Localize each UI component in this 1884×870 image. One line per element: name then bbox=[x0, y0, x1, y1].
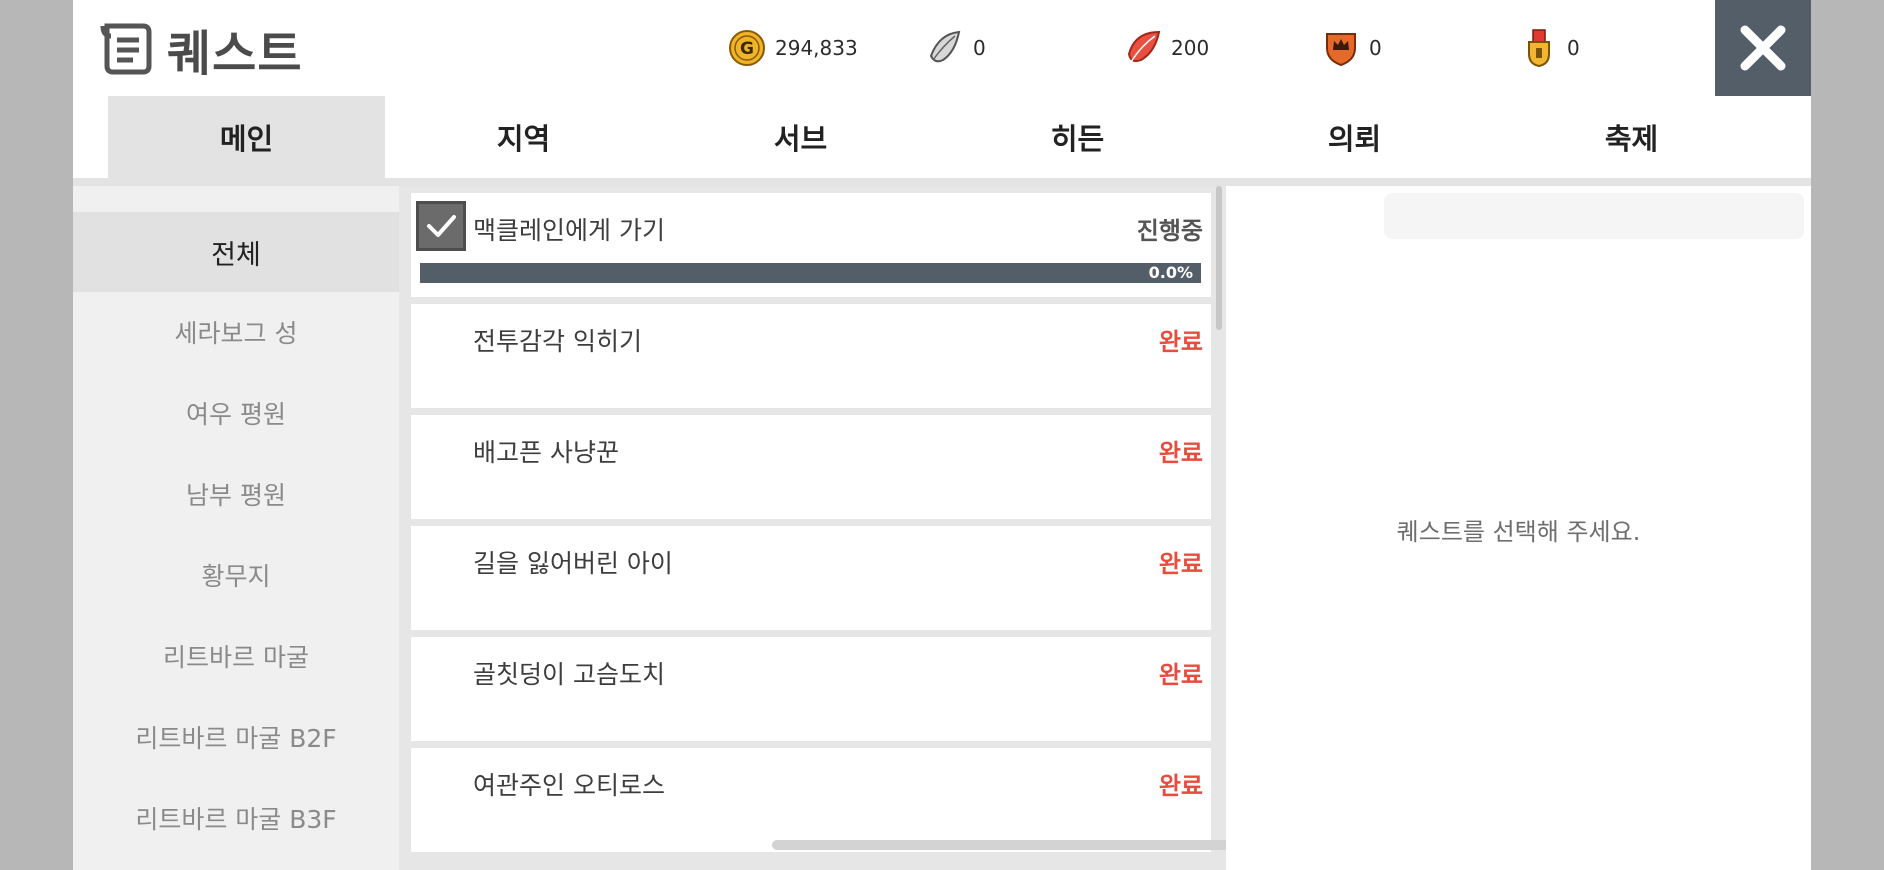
sidebar-item[interactable]: 남부 평원 bbox=[73, 454, 399, 534]
currency-silver-feather: 0 bbox=[925, 26, 986, 70]
scroll-icon bbox=[100, 23, 152, 75]
quest-progress-label: 0.0% bbox=[1148, 263, 1193, 282]
quest-row[interactable]: 여관주인 오티로스 완료 bbox=[411, 748, 1211, 852]
quest-name: 골칫덩이 고슴도치 bbox=[473, 660, 665, 689]
sidebar-item[interactable]: 전체 bbox=[73, 212, 399, 292]
page-title: 퀘스트 bbox=[167, 26, 303, 82]
currency-crown-shield: 0 bbox=[1321, 26, 1382, 70]
currency-medal: 0 bbox=[1519, 26, 1580, 70]
quest-status: 완료 bbox=[1158, 328, 1203, 356]
quest-row[interactable]: 맥클레인에게 가기 진행중 0.0% bbox=[411, 193, 1211, 297]
medal-icon bbox=[1528, 29, 1550, 68]
sidebar-item[interactable]: 리트바르 마굴 B2F bbox=[73, 697, 399, 777]
quest-status: 진행중 bbox=[1136, 217, 1203, 245]
silver-feather-value: 0 bbox=[973, 36, 986, 60]
sidebar-item[interactable]: 리트바르 마굴 B3F bbox=[73, 778, 399, 858]
quest-name: 여관주인 오티로스 bbox=[473, 771, 665, 800]
crown-shield-icon bbox=[1326, 33, 1356, 67]
sidebar-item[interactable]: 황무지 bbox=[73, 535, 399, 615]
vertical-scrollbar[interactable] bbox=[1216, 186, 1222, 330]
quest-row[interactable]: 배고픈 사냥꾼 완료 bbox=[411, 415, 1211, 519]
crown-shield-value: 0 bbox=[1369, 36, 1382, 60]
quest-list[interactable]: 맥클레인에게 가기 진행중 0.0% 전투감각 익히기 완료 배고픈 사냥꾼 완료 길을 잃어… bbox=[399, 186, 1297, 870]
check-icon bbox=[427, 215, 456, 237]
region-sidebar: 전체 세라보그 성 여우 평원 남부 평원 황무지 리트바르 마굴 리트바르 마굴 B2F 리… bbox=[73, 186, 399, 870]
detail-filter-bar[interactable] bbox=[1384, 193, 1804, 239]
horizontal-scrollbar[interactable] bbox=[772, 840, 1256, 850]
close-button[interactable] bbox=[1715, 0, 1811, 96]
quest-row[interactable]: 골칫덩이 고슴도치 완료 bbox=[411, 637, 1211, 741]
quest-status: 완료 bbox=[1158, 550, 1203, 578]
quest-name: 전투감각 익히기 bbox=[473, 327, 642, 356]
tab-0[interactable]: 메인 bbox=[108, 96, 385, 178]
red-feather-icon bbox=[1127, 30, 1161, 63]
sidebar-item[interactable]: 세라보그 성 bbox=[73, 292, 399, 372]
tab-2[interactable]: 서브 bbox=[662, 96, 939, 178]
quest-progress-bar: 0.0% bbox=[420, 263, 1201, 283]
quest-status: 완료 bbox=[1158, 439, 1203, 467]
quest-row[interactable]: 전투감각 익히기 완료 bbox=[411, 304, 1211, 408]
currency-gold: G 294,833 bbox=[727, 26, 858, 70]
gold-value: 294,833 bbox=[775, 36, 858, 60]
quest-detail-panel: 퀘스트를 선택해 주세요. bbox=[1226, 186, 1811, 870]
gold-coin-icon: G bbox=[729, 30, 765, 66]
tab-1[interactable]: 지역 bbox=[385, 96, 662, 178]
tab-divider bbox=[73, 178, 1811, 186]
quest-status: 완료 bbox=[1158, 661, 1203, 689]
quest-status: 완료 bbox=[1158, 772, 1203, 800]
tab-3[interactable]: 히든 bbox=[939, 96, 1216, 178]
quest-row[interactable]: 길을 잃어버린 아이 완료 bbox=[411, 526, 1211, 630]
quest-window: 퀘스트 G 294,833 0 200 0 0 메인 지역 서브 히든 의뢰 축… bbox=[73, 0, 1811, 870]
detail-placeholder: 퀘스트를 선택해 주세요. bbox=[1396, 518, 1641, 546]
close-icon bbox=[1740, 25, 1786, 71]
sidebar-item[interactable]: 리트바르 마굴 bbox=[73, 616, 399, 696]
quest-name: 배고픈 사냥꾼 bbox=[473, 438, 619, 467]
quest-name: 맥클레인에게 가기 bbox=[473, 216, 665, 245]
tab-4[interactable]: 의뢰 bbox=[1216, 96, 1493, 178]
currency-red-feather: 200 bbox=[1123, 26, 1209, 70]
quest-name: 길을 잃어버린 아이 bbox=[473, 549, 673, 578]
silver-feather-icon bbox=[929, 30, 961, 63]
tab-5[interactable]: 축제 bbox=[1493, 96, 1770, 178]
red-feather-value: 200 bbox=[1171, 36, 1210, 60]
quest-checkbox[interactable] bbox=[416, 201, 466, 251]
svg-text:G: G bbox=[740, 39, 754, 59]
sidebar-item[interactable]: 여우 평원 bbox=[73, 373, 399, 453]
medal-value: 0 bbox=[1567, 36, 1580, 60]
